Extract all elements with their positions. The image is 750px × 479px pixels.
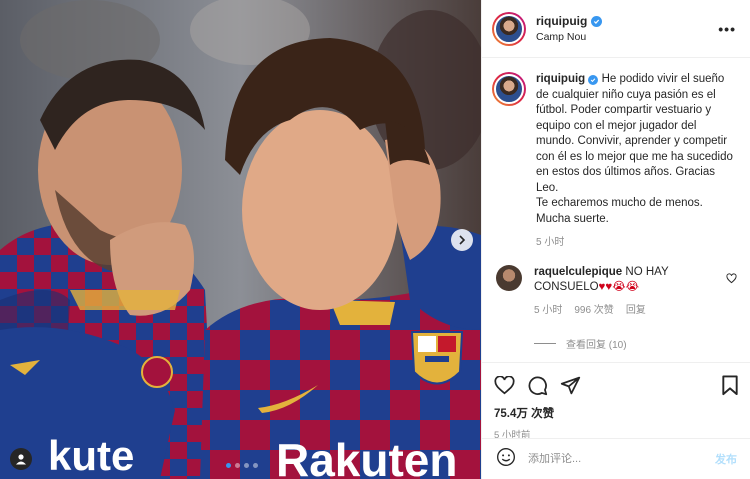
- comment-icon: [528, 376, 548, 395]
- caption-line: con él es lo mejor que me ha sucedido: [536, 150, 733, 163]
- like-button[interactable]: [494, 375, 515, 395]
- post-side-panel: riquipuig Camp Nou ••• riquipuig He podi…: [481, 0, 750, 479]
- comment-line: CONSUELO♥♥😭😭: [534, 280, 718, 295]
- comment-item: raquelculepique NO HAY CONSUELO♥♥😭😭 5 小时…: [492, 264, 737, 318]
- carousel-dot: [226, 463, 231, 468]
- view-replies-button[interactable]: 查看回复 (10): [534, 336, 737, 351]
- caption-line: fútbol. Poder compartir vestuario y: [536, 104, 712, 116]
- post-photo[interactable]: kute Rakuten: [0, 0, 481, 479]
- tagged-users-button[interactable]: [10, 448, 32, 470]
- share-button[interactable]: [560, 375, 581, 396]
- caption-username[interactable]: riquipuig: [536, 73, 585, 85]
- emoji-picker-button[interactable]: [496, 447, 516, 472]
- action-buttons: [494, 371, 739, 399]
- share-icon: [560, 376, 581, 394]
- instagram-post-modal: kute Rakuten riquipuig Camp Nou ••• riqu…: [0, 0, 750, 479]
- commenter-username[interactable]: raquelculepique: [534, 266, 622, 278]
- avatar-image: [494, 13, 524, 44]
- author-username-row: riquipuig: [536, 14, 718, 28]
- more-options-icon[interactable]: •••: [718, 21, 736, 37]
- comment-emoji: ♥♥😭😭: [598, 280, 640, 293]
- author-info: riquipuig Camp Nou: [536, 14, 718, 43]
- verified-badge-icon: [591, 15, 603, 27]
- heart-icon: [494, 375, 515, 394]
- comment-time[interactable]: 5 小时: [534, 303, 562, 318]
- save-button[interactable]: [721, 374, 739, 396]
- comment-meta: 5 小时 996 次赞 回复: [534, 303, 718, 318]
- view-replies-label: 查看回复 (10): [566, 339, 627, 351]
- caption-line: en estos dos últimos años. Gracias: [536, 166, 715, 178]
- bookmark-icon: [722, 374, 738, 395]
- likes-count[interactable]: 75.4万 次赞: [494, 405, 739, 421]
- divider: [534, 342, 556, 344]
- carousel-dot: [244, 463, 249, 468]
- add-comment-bar: 发布: [482, 438, 750, 479]
- caption-line: de cualquier niño cuya pasión es el: [536, 88, 716, 101]
- emoji-icon: [497, 447, 515, 466]
- next-photo-button[interactable]: [451, 229, 473, 251]
- comment-input[interactable]: [528, 453, 715, 465]
- heart-icon: [726, 272, 737, 283]
- post-actions: 75.4万 次赞 5 小时前: [482, 362, 750, 441]
- reply-button[interactable]: 回复: [626, 303, 646, 318]
- carousel-dot: [235, 463, 240, 468]
- comment-like-button[interactable]: [726, 271, 737, 318]
- comment-line: raquelculepique NO HAY: [534, 265, 718, 280]
- chevron-right-icon: [459, 235, 466, 245]
- commenter-avatar[interactable]: [496, 264, 522, 291]
- caption-line: He podido vivir el sueño: [601, 73, 725, 85]
- caption-time[interactable]: 5 小时: [536, 235, 737, 251]
- comment-likes[interactable]: 996 次赞: [574, 303, 613, 318]
- comment-body: raquelculepique NO HAY CONSUELO♥♥😭😭 5 小时…: [534, 265, 718, 318]
- carousel-indicator: [226, 463, 258, 468]
- photo-scene: kute Rakuten: [0, 0, 481, 479]
- caption-line: Te echaremos mucho de menos.: [536, 197, 703, 209]
- caption-line: equipo con el mejor jugador del: [536, 119, 697, 132]
- caption-line: Mucha suerte.: [536, 212, 609, 225]
- post-comment-button[interactable]: 发布: [715, 451, 737, 467]
- comments-section: riquipuig He podido vivir el sueño de cu…: [482, 58, 750, 362]
- user-icon: [16, 454, 26, 465]
- author-avatar[interactable]: [492, 11, 526, 46]
- comment-text-2: CONSUELO: [534, 280, 599, 293]
- sponsor-text: Rakuten: [276, 434, 457, 479]
- avatar-image: [494, 74, 524, 104]
- sponsor-text-left: kute: [48, 432, 134, 479]
- caption-line-first: riquipuig He podido vivir el sueño: [536, 72, 737, 88]
- caption-line: mundo. Convivir, aprender y competir: [536, 135, 728, 147]
- verified-badge-icon: [588, 75, 599, 85]
- caption-body: riquipuig He podido vivir el sueño de cu…: [536, 72, 737, 251]
- caption-avatar[interactable]: [492, 72, 526, 106]
- comment-button[interactable]: [527, 375, 548, 396]
- author-username[interactable]: riquipuig: [536, 14, 587, 28]
- caption-line: Leo.: [536, 181, 559, 194]
- post-header: riquipuig Camp Nou •••: [482, 0, 750, 58]
- carousel-dot: [253, 463, 258, 468]
- caption: riquipuig He podido vivir el sueño de cu…: [492, 72, 737, 251]
- comment-text: NO HAY: [625, 265, 669, 278]
- post-location[interactable]: Camp Nou: [536, 31, 718, 43]
